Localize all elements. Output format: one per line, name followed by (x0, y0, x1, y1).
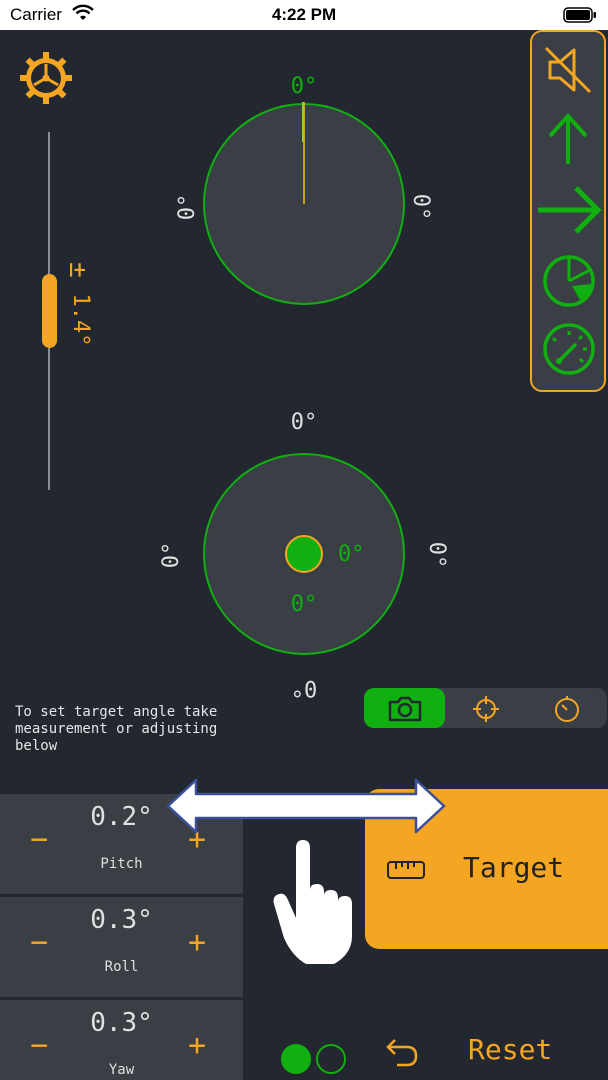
gauge-icon[interactable] (542, 322, 596, 380)
sensitivity-slider-handle[interactable] (42, 274, 57, 348)
clock: 4:22 PM (271, 5, 337, 24)
yaw-control: − 0.3° + Yaw (0, 1000, 243, 1080)
level-bottom-angle: 0° (290, 675, 318, 700)
level-left-angle: 0° (159, 541, 184, 569)
yaw-value: 0.3° (90, 1008, 153, 1038)
pitch-label: Pitch (100, 856, 143, 872)
reset-button[interactable]: Reset (468, 1033, 552, 1066)
bubble-y-angle: 0° (290, 592, 318, 617)
mode-segmented-control (364, 688, 607, 728)
camera-icon (388, 696, 422, 722)
page-indicator-inactive[interactable] (316, 1044, 346, 1074)
battery-icon (563, 7, 597, 28)
target-button-label: Target (463, 851, 565, 884)
level-top-angle: 0° (290, 410, 318, 435)
page-indicator-active[interactable] (281, 1044, 311, 1074)
roll-value: 0.3° (90, 905, 153, 935)
tab-camera[interactable] (364, 688, 445, 728)
undo-icon[interactable] (385, 1036, 419, 1072)
roll-label: Roll (104, 959, 139, 975)
level-dial (202, 452, 406, 660)
roll-control: − 0.3° + Roll (0, 897, 243, 997)
arrow-right-icon[interactable] (536, 182, 602, 242)
mode-panel (530, 30, 606, 392)
speaker-muted-icon[interactable] (542, 44, 594, 100)
ruler-icon (387, 861, 425, 879)
pie-chart-icon[interactable] (542, 254, 596, 312)
compass-left-angle: 0° (175, 193, 200, 221)
plus-minus-label: ± (63, 262, 93, 278)
hand-pointer-icon (270, 838, 362, 972)
roll-increment-button[interactable]: + (188, 925, 206, 960)
level-right-angle: 0° (424, 541, 449, 569)
compass-dial (202, 102, 406, 310)
sensitivity-value: 1.4° (68, 293, 93, 347)
crosshair-icon (473, 696, 499, 722)
arrow-up-icon[interactable] (542, 112, 594, 172)
gear-icon[interactable] (18, 50, 74, 110)
timer-icon (555, 696, 579, 722)
yaw-increment-button[interactable]: + (188, 1028, 206, 1063)
tab-timer[interactable] (526, 688, 607, 728)
swipe-hint-icon (166, 778, 446, 838)
compass-top-angle: 0° (290, 74, 318, 99)
hint-text: To set target angle take measurement or … (15, 704, 218, 754)
yaw-label: Yaw (108, 1062, 135, 1078)
compass-right-angle: 0° (408, 193, 433, 221)
tab-crosshair[interactable] (445, 688, 526, 728)
status-bar: Carrier 4:22 PM (0, 0, 608, 30)
bubble-x-angle: 0° (338, 542, 365, 567)
